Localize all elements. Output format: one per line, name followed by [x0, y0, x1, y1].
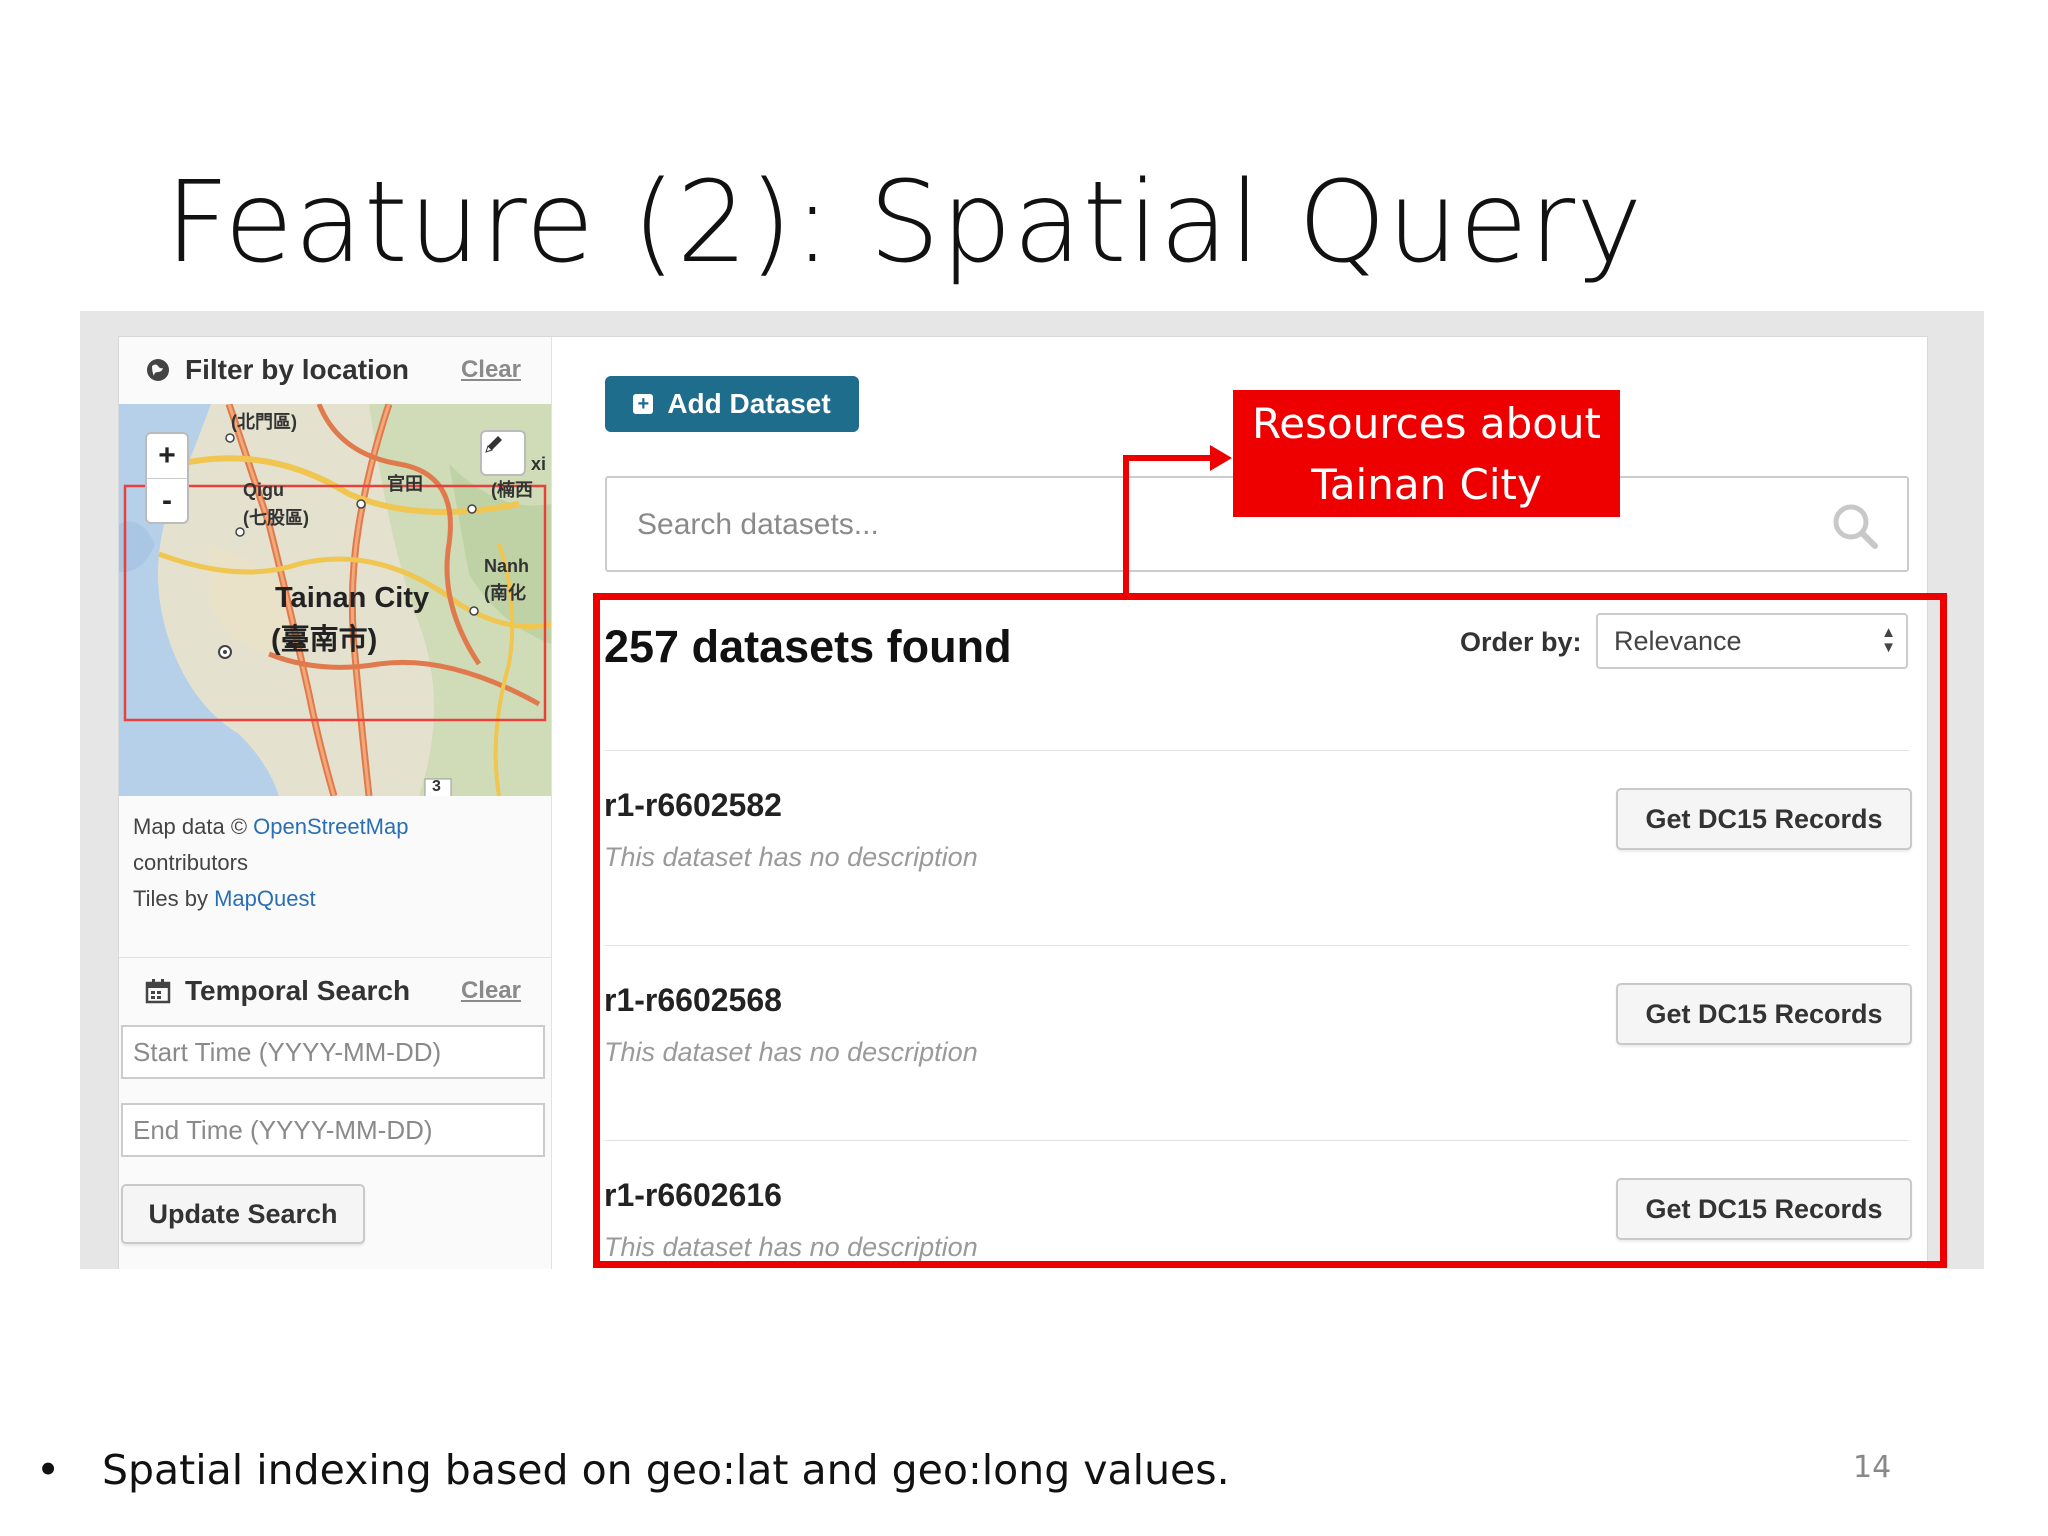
bullet-point: • Spatial indexing based on geo:lat and g… — [36, 1446, 1230, 1494]
callout-arrow — [1123, 445, 1232, 596]
callout-line-1: Resources about — [1251, 398, 1602, 448]
bullet-dot: • — [36, 1446, 61, 1494]
bullet-text: Spatial indexing based on geo:lat and ge… — [102, 1446, 1230, 1494]
page-number: 14 — [1853, 1450, 1892, 1485]
callout-line-2: Tainan City — [1311, 459, 1542, 509]
callout-box: Resources about Tainan City — [1233, 390, 1620, 517]
